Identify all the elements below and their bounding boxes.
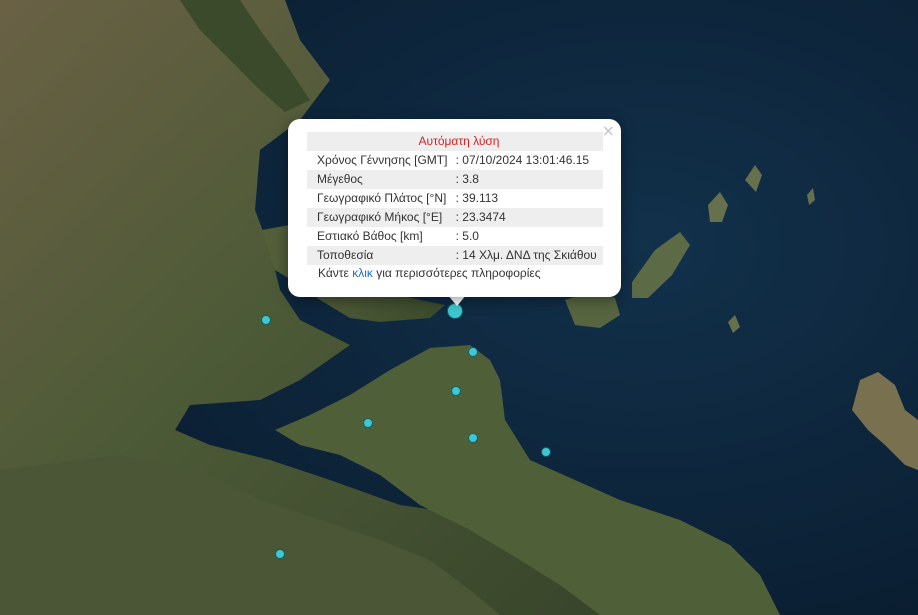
row-label: Γεωγραφικό Πλάτος [°N] [317,191,447,205]
earthquake-marker[interactable] [363,418,373,428]
table-row: Γεωγραφικό Πλάτος [°N] : 39.113 [307,189,603,208]
row-value: : 07/10/2024 13:01:46.15 [455,153,590,167]
row-value: : 23.3474 [453,208,603,227]
row-label: Τοποθεσία [307,246,454,265]
row-label: Μέγεθος [307,170,454,189]
earthquake-marker[interactable] [541,447,551,457]
table-row: Χρόνος Γέννησης [GMT] : 07/10/2024 13:01:… [307,151,603,170]
more-prefix: Κάντε [318,266,353,280]
more-info-link[interactable]: κλικ [352,266,373,280]
row-value: : 39.113 [455,191,499,205]
table-row: Γεωγραφικό Μήκος [°E]: 23.3474 [307,208,603,227]
earthquake-info-popup: × Αυτόματη λύση Χρόνος Γέννησης [GMT] : 0… [288,119,621,297]
table-row: Εστιακό Βάθος [km] : 5.0 [307,227,603,246]
row-label: Γεωγραφικό Μήκος [°E] [307,208,454,227]
more-info-text: Κάντε κλικ για περισσότερες πληροφορίες [318,266,541,280]
row-label: Εστιακό Βάθος [km] [317,229,423,243]
earthquake-marker[interactable] [468,433,478,443]
earthquake-details-table: Αυτόματη λύση Χρόνος Γέννησης [GMT] : 07/… [307,132,603,265]
close-icon[interactable]: × [602,121,615,140]
earthquake-marker[interactable] [275,549,285,559]
row-label: Χρόνος Γέννησης [GMT] [317,153,448,167]
earthquake-marker[interactable] [451,386,461,396]
row-value: : 5.0 [455,229,479,243]
earthquake-marker[interactable] [261,315,271,325]
row-value: : 3.8 [453,170,603,189]
earthquake-marker[interactable] [468,347,478,357]
table-row: Τοποθεσία: 14 Χλμ. ΔΝΔ της Σκιάθου [307,246,603,265]
popup-title: Αυτόματη λύση [307,132,603,151]
row-value: : 14 Χλμ. ΔΝΔ της Σκιάθου [453,246,603,265]
more-suffix: για περισσότερες πληροφορίες [372,266,541,280]
table-row: Μέγεθος: 3.8 [307,170,603,189]
